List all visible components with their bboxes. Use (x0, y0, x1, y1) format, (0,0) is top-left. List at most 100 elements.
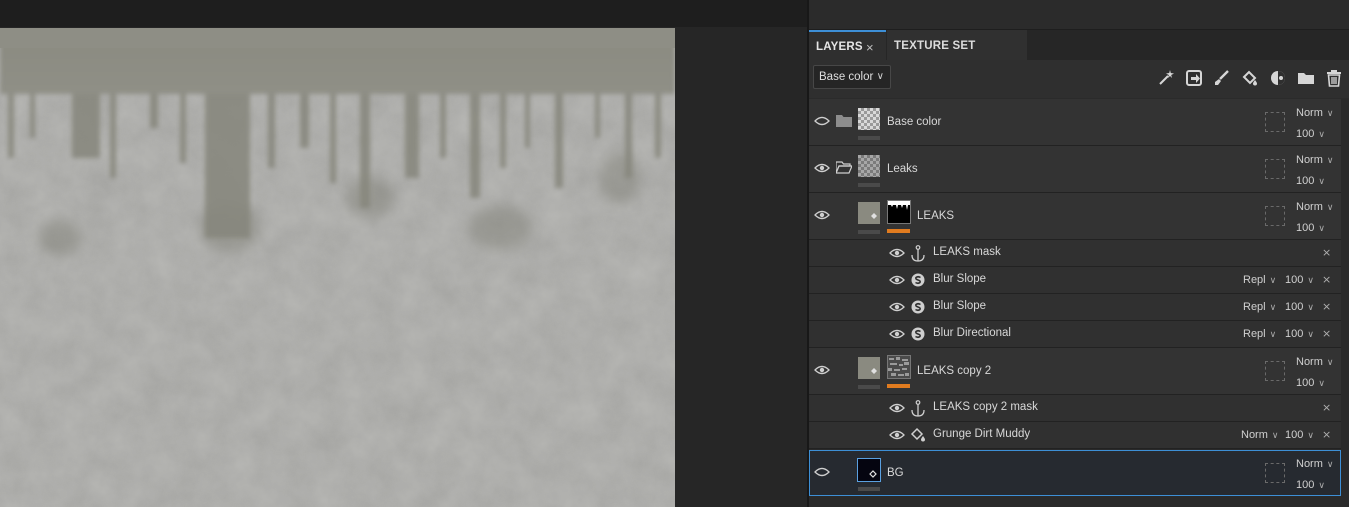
opacity-field[interactable]: 100 ∨ (1285, 301, 1314, 313)
layer-name[interactable]: BG (887, 467, 904, 479)
visibility-eye-icon[interactable] (889, 248, 905, 258)
chevron-down-icon: ∨ (1271, 430, 1279, 440)
folder-icon[interactable] (1297, 69, 1315, 87)
close-icon[interactable]: × (866, 32, 874, 63)
layer-name[interactable]: Base color (887, 116, 941, 128)
channel-select-value: Base color (819, 71, 874, 83)
blend-mode-select[interactable]: Norm ∨ (1241, 429, 1278, 441)
blend-mode-select[interactable]: Repl ∨ (1243, 274, 1276, 286)
grunge-mask-preview (888, 356, 910, 378)
blend-mode-select[interactable]: Norm ∨ (1296, 107, 1333, 119)
visibility-eye-icon[interactable] (814, 163, 830, 173)
substance-filter-icon (911, 327, 925, 341)
effect-name[interactable]: Blur Slope (933, 300, 986, 312)
chevron-down-icon: ∨ (1326, 357, 1334, 367)
opacity-field[interactable]: 100 ∨ (1296, 479, 1325, 491)
chevron-down-icon: ∨ (1326, 459, 1334, 469)
effect-row-blur-directional[interactable]: Blur Directional Repl ∨ 100 ∨ × (809, 321, 1341, 348)
chevron-down-icon: ∨ (1318, 480, 1325, 490)
effect-name[interactable]: LEAKS copy 2 mask (933, 401, 1038, 413)
blend-mode-select[interactable]: Repl ∨ (1243, 328, 1276, 340)
effect-row-grunge-dirt-muddy[interactable]: Grunge Dirt Muddy Norm ∨ 100 ∨ × (809, 422, 1341, 449)
remove-effect-button[interactable]: × (1322, 273, 1331, 286)
mask-indicator (887, 229, 910, 233)
effect-row-leaks-mask[interactable]: LEAKS mask × (809, 240, 1341, 267)
visibility-eye-icon[interactable] (814, 210, 830, 220)
thumbnail-indicator (858, 183, 880, 187)
effect-row-blur-slope-2[interactable]: Blur Slope Repl ∨ 100 ∨ × (809, 294, 1341, 321)
remove-effect-button[interactable]: × (1322, 327, 1331, 340)
chevron-down-icon: ∨ (1318, 378, 1325, 388)
substance-filter-icon (911, 273, 925, 287)
opacity-field[interactable]: 100 ∨ (1285, 429, 1314, 441)
viewport[interactable] (0, 0, 808, 507)
remove-effect-button[interactable]: × (1322, 401, 1331, 414)
visibility-eye-icon[interactable] (814, 116, 830, 126)
opacity-field[interactable]: 100 ∨ (1296, 175, 1325, 187)
layer-name[interactable]: LEAKS copy 2 (917, 365, 991, 377)
layer-row-bg[interactable]: BG Norm ∨ 100 ∨ (809, 450, 1341, 496)
opacity-field[interactable]: 100 ∨ (1296, 128, 1325, 140)
visibility-eye-icon[interactable] (889, 275, 905, 285)
visibility-eye-icon[interactable] (889, 302, 905, 312)
paint-bucket-icon (871, 213, 877, 219)
effect-name[interactable]: LEAKS mask (933, 246, 1001, 258)
layers-panel: LAYERS × TEXTURE SET SETTINGS Base color… (809, 0, 1349, 507)
layer-row-leaks[interactable]: Leaks Norm ∨ 100 ∨ (809, 146, 1341, 193)
blend-mask-box (1265, 206, 1285, 226)
opacity-field[interactable]: 100 ∨ (1285, 274, 1314, 286)
layer-name[interactable]: Leaks (887, 163, 918, 175)
blend-mask-box (1265, 463, 1285, 483)
folder-closed-icon[interactable] (836, 114, 852, 127)
magic-wand-icon[interactable] (1157, 69, 1175, 87)
effect-name[interactable]: Blur Directional (933, 327, 1011, 339)
opacity-field[interactable]: 100 ∨ (1296, 377, 1325, 389)
blend-mask-box (1265, 361, 1285, 381)
trash-icon[interactable] (1325, 69, 1343, 87)
remove-effect-button[interactable]: × (1322, 246, 1331, 259)
effect-name[interactable]: Grunge Dirt Muddy (933, 428, 1030, 440)
visibility-eye-icon[interactable] (814, 467, 830, 477)
layer-name[interactable]: LEAKS (917, 210, 954, 222)
layer-thumbnail (858, 108, 880, 130)
channel-select[interactable]: Base color ∨ (813, 65, 891, 89)
paint-brush-icon[interactable] (1213, 69, 1231, 87)
opacity-field[interactable]: 100 ∨ (1285, 328, 1314, 340)
tab-layers-label: LAYERS (816, 41, 863, 53)
folder-open-icon[interactable] (836, 161, 852, 174)
remove-effect-button[interactable]: × (1322, 428, 1331, 441)
layer-row-leaks-copy-2[interactable]: LEAKS copy 2 Norm ∨ 100 ∨ (809, 348, 1341, 395)
layer-stack[interactable]: Base color Norm ∨ 100 ∨ Leaks Norm ∨ 100 ∨ (809, 99, 1349, 507)
effect-row-leaks-copy-2-mask[interactable]: LEAKS copy 2 mask × (809, 395, 1341, 422)
chevron-down-icon: ∨ (1326, 202, 1334, 212)
tab-texture-set-settings[interactable]: TEXTURE SET SETTINGS (887, 30, 1027, 85)
fill-layer-icon[interactable] (1185, 69, 1203, 87)
remove-effect-button[interactable]: × (1322, 300, 1331, 313)
chevron-down-icon: ∨ (876, 71, 884, 82)
anchor-icon (911, 400, 925, 417)
effect-row-blur-slope[interactable]: Blur Slope Repl ∨ 100 ∨ × (809, 267, 1341, 294)
opacity-field[interactable]: 100 ∨ (1296, 222, 1325, 234)
effect-name[interactable]: Blur Slope (933, 273, 986, 285)
mask-thumbnail[interactable] (887, 200, 911, 224)
visibility-eye-icon[interactable] (889, 329, 905, 339)
texture-preview[interactable] (0, 28, 675, 507)
visibility-eye-icon[interactable] (889, 403, 905, 413)
visibility-eye-icon[interactable] (889, 430, 905, 440)
visibility-eye-icon[interactable] (814, 365, 830, 375)
chevron-down-icon: ∨ (1269, 329, 1277, 339)
mask-icon[interactable] (1269, 69, 1287, 87)
layer-row-leaks-fill[interactable]: LEAKS Norm ∨ 100 ∨ (809, 193, 1341, 240)
layer-row-base-color[interactable]: Base color Norm ∨ 100 ∨ (809, 99, 1341, 146)
blend-mode-select[interactable]: Repl ∨ (1243, 301, 1276, 313)
blend-mode-select[interactable]: Norm ∨ (1296, 201, 1333, 213)
fill-thumbnail (858, 357, 880, 379)
mask-thumbnail[interactable] (887, 355, 911, 379)
blend-mode-select[interactable]: Norm ∨ (1296, 154, 1333, 166)
blend-mode-select[interactable]: Norm ∨ (1296, 356, 1333, 368)
blend-mode-select[interactable]: Norm ∨ (1296, 458, 1333, 470)
tab-layers[interactable]: LAYERS × (809, 30, 886, 60)
chevron-down-icon: ∨ (1307, 275, 1314, 285)
substance-filter-icon (911, 300, 925, 314)
paint-bucket-icon[interactable] (1241, 69, 1259, 87)
